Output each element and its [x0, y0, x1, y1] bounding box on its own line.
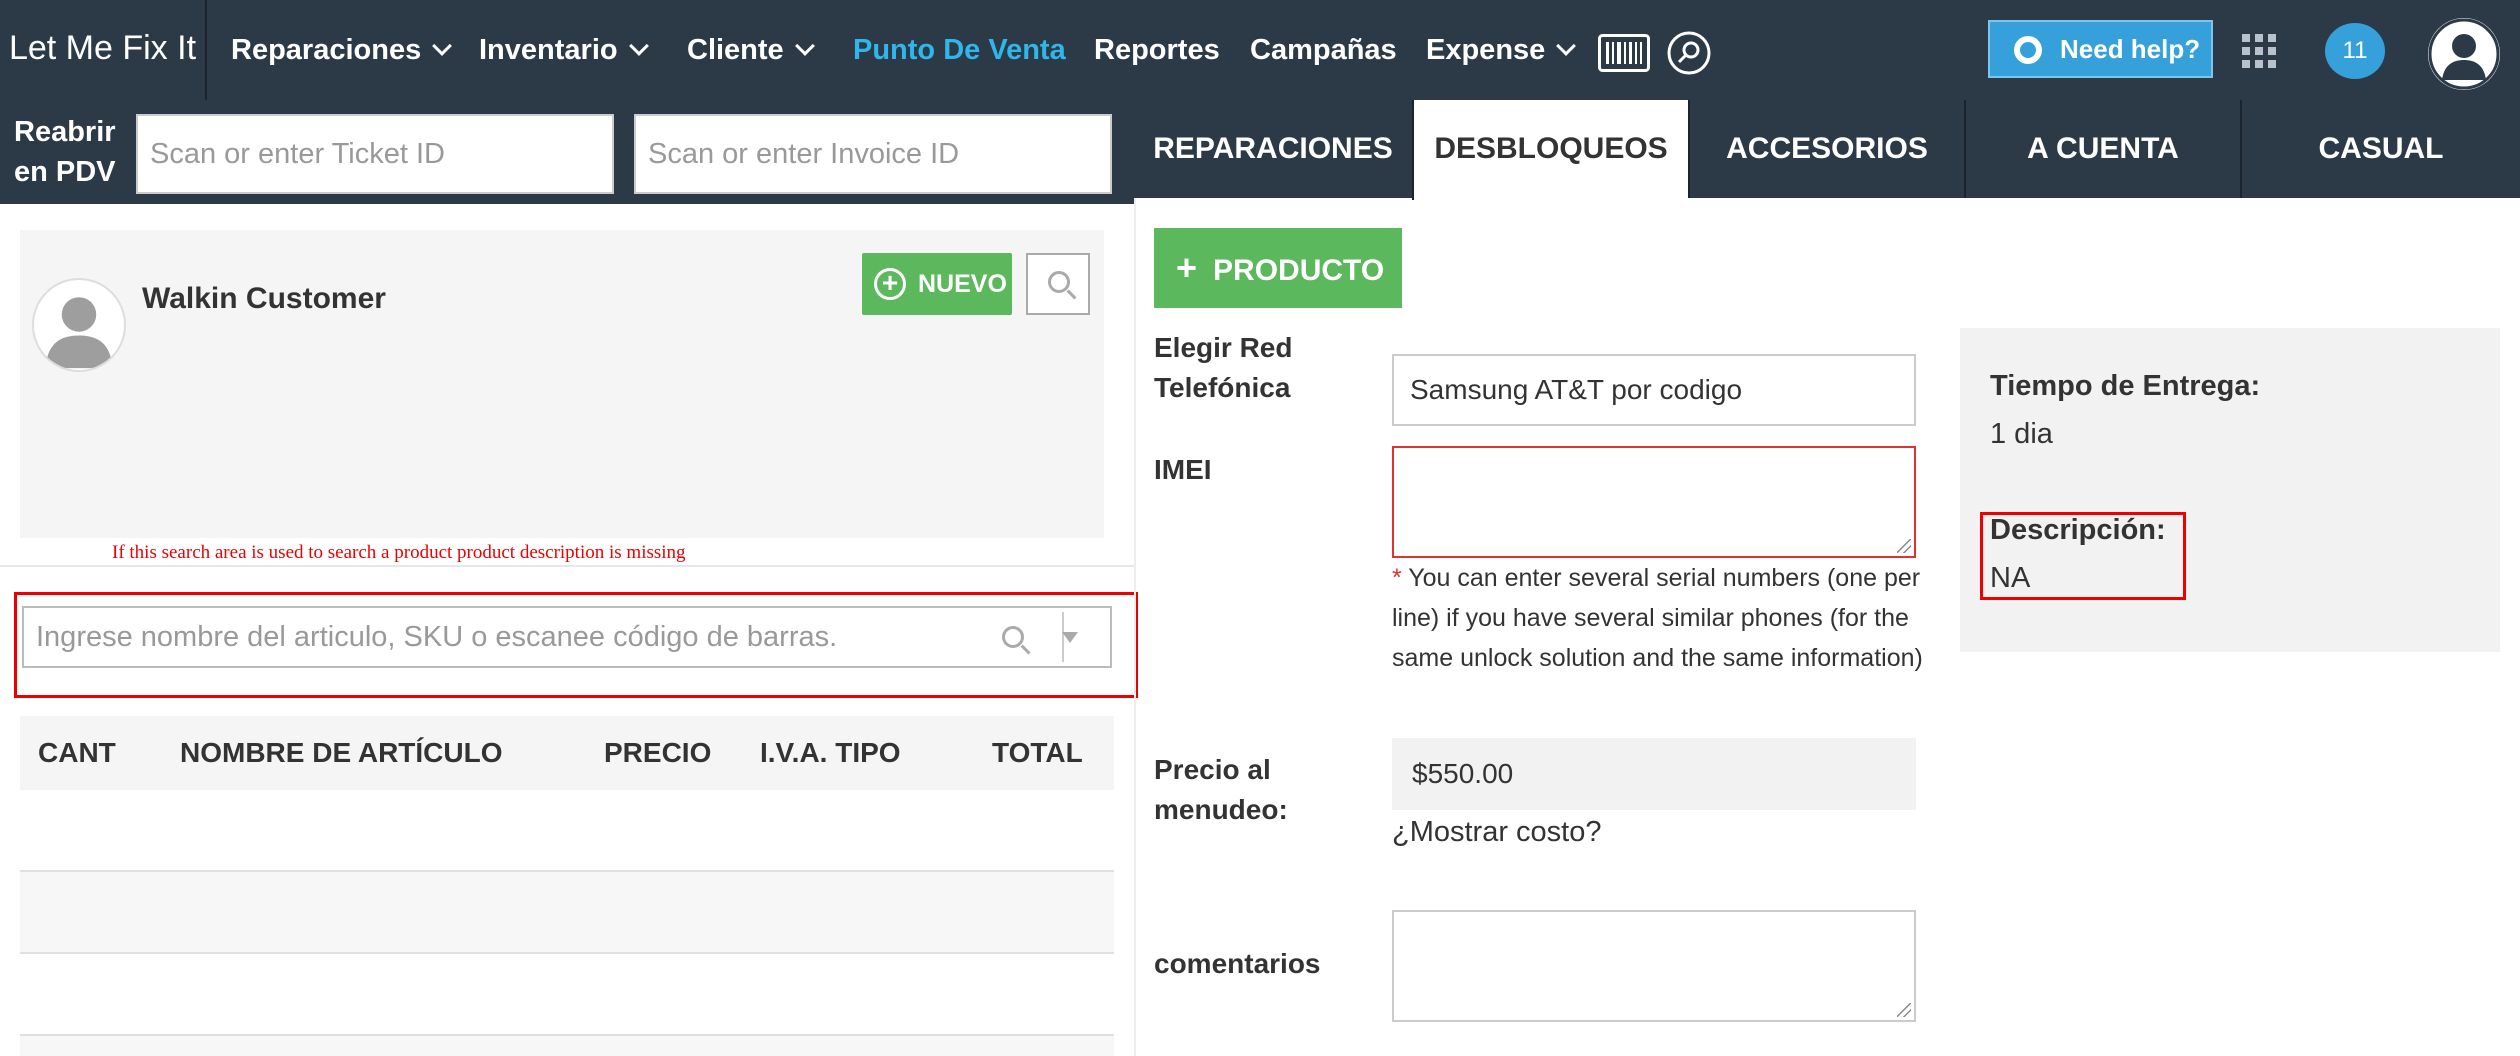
sale-type-tabs: REPARACIONES DESBLOQUEOS ACCESORIOS A CU… — [1134, 100, 2520, 200]
network-select[interactable]: Samsung AT&T por codigo — [1392, 354, 1916, 426]
chevron-down-icon — [794, 36, 815, 56]
col-header-name: NOMBRE DE ARTÍCULO — [180, 737, 503, 768]
lifebuoy-icon — [2014, 36, 2042, 64]
imei-help-content: You can enter several serial numbers (on… — [1392, 564, 1923, 672]
chevron-down-icon — [628, 36, 649, 56]
customer-search-button[interactable] — [1026, 253, 1090, 315]
need-help-label: Need help? — [2060, 34, 2201, 64]
tab-accesorios[interactable]: ACCESORIOS — [1688, 100, 1964, 198]
barcode-icon[interactable] — [1598, 34, 1650, 72]
nav-expense[interactable]: Expense — [1426, 0, 1577, 100]
nav-reportes[interactable]: Reportes — [1094, 0, 1220, 100]
nav-inventario[interactable]: Inventario — [479, 0, 649, 100]
description-label: Descripción: — [1990, 514, 2166, 546]
divider — [0, 565, 1134, 567]
retail-price-label-line2: menudeo: — [1154, 794, 1288, 825]
plus-circle-icon: + — [874, 268, 906, 300]
notifications-badge[interactable]: 11 — [2325, 23, 2385, 79]
customer-avatar — [32, 278, 126, 372]
col-header-total: TOTAL — [992, 737, 1083, 768]
nav-reparaciones-label: Reparaciones — [231, 34, 422, 66]
show-cost-link[interactable]: ¿Mostrar costo? — [1392, 812, 1602, 852]
imei-label: IMEI — [1154, 454, 1212, 485]
retail-price-label-line1: Precio al — [1154, 754, 1271, 785]
reopen-label: Reabrir en PDV — [14, 112, 116, 192]
new-customer-button[interactable]: + NUEVO — [862, 253, 1012, 315]
search-icon[interactable] — [1002, 626, 1024, 648]
product-search-placeholder: Ingrese nombre del articulo, SKU o escan… — [36, 621, 838, 653]
col-header-price: PRECIO — [604, 737, 712, 768]
annotation-note: If this search area is used to search a … — [112, 542, 686, 563]
dropdown-caret-icon[interactable] — [1062, 632, 1078, 643]
chevron-down-icon — [1556, 36, 1577, 56]
chevron-down-icon — [432, 36, 453, 56]
ticket-id-input[interactable]: Scan or enter Ticket ID — [136, 114, 614, 194]
user-silhouette-icon — [2428, 18, 2500, 90]
delivery-time-value: 1 dia — [1990, 418, 2053, 450]
network-label: Elegir Red Telefónica — [1154, 328, 1292, 408]
col-header-qty: CANT — [38, 737, 116, 768]
app-logo[interactable]: Let Me Fix It — [0, 0, 207, 100]
search-icon — [1048, 271, 1070, 293]
comments-textarea[interactable] — [1392, 910, 1916, 1022]
imei-textarea[interactable] — [1392, 446, 1916, 558]
new-customer-label: NUEVO — [918, 270, 1007, 298]
table-row — [20, 872, 1114, 954]
required-star: * — [1392, 564, 1402, 592]
nav-inventario-label: Inventario — [479, 34, 618, 66]
delivery-time-label: Tiempo de Entrega: — [1990, 370, 2261, 402]
retail-price-value: $550.00 — [1392, 738, 1916, 810]
tab-desbloqueos[interactable]: DESBLOQUEOS — [1412, 100, 1688, 200]
add-product-label: PRODUCTO — [1213, 254, 1385, 287]
tab-a-cuenta[interactable]: A CUENTA — [1964, 100, 2240, 198]
nav-campanas[interactable]: Campañas — [1250, 0, 1397, 100]
product-search-input[interactable]: Ingrese nombre del articulo, SKU o escan… — [22, 606, 1112, 668]
nav-cliente-label: Cliente — [687, 34, 784, 66]
customer-name[interactable]: Walkin Customer — [142, 282, 386, 316]
apps-grid-icon[interactable] — [2242, 34, 2276, 68]
network-label-line2: Telefónica — [1154, 372, 1291, 403]
search-icon[interactable] — [1666, 30, 1712, 76]
tab-reparaciones[interactable]: REPARACIONES — [1134, 100, 1412, 198]
imei-help-text: * You can enter several serial numbers (… — [1392, 558, 1932, 678]
comments-label: comentarios — [1154, 948, 1321, 979]
add-product-button[interactable]: + PRODUCTO — [1154, 228, 1402, 308]
user-avatar[interactable] — [2428, 18, 2500, 90]
network-label-line1: Elegir Red — [1154, 332, 1293, 363]
tab-casual[interactable]: CASUAL — [2240, 100, 2520, 198]
table-row — [20, 790, 1114, 872]
column-divider — [1134, 198, 1136, 1056]
nav-expense-label: Expense — [1426, 34, 1546, 66]
resize-handle-icon[interactable] — [1897, 1003, 1911, 1017]
retail-price-label: Precio al menudeo: — [1154, 750, 1288, 830]
need-help-button[interactable]: Need help? — [1988, 20, 2213, 78]
plus-icon: + — [1176, 247, 1198, 288]
nav-reparaciones[interactable]: Reparaciones — [231, 0, 453, 100]
col-header-tax: I.V.A. TIPO — [760, 737, 901, 768]
table-row — [20, 1036, 1114, 1056]
table-row — [20, 954, 1114, 1036]
person-silhouette-icon — [45, 297, 113, 369]
invoice-id-input[interactable]: Scan or enter Invoice ID — [634, 114, 1112, 194]
description-value: NA — [1990, 562, 2031, 594]
nav-cliente[interactable]: Cliente — [687, 0, 815, 100]
resize-handle-icon[interactable] — [1897, 539, 1911, 553]
top-navbar: Let Me Fix It Reparaciones Inventario Cl… — [0, 0, 2520, 100]
reopen-label-line2: en PDV — [14, 156, 116, 188]
nav-punto-de-venta[interactable]: Punto De Venta — [853, 0, 1066, 100]
reopen-label-line1: Reabrir — [14, 116, 116, 148]
